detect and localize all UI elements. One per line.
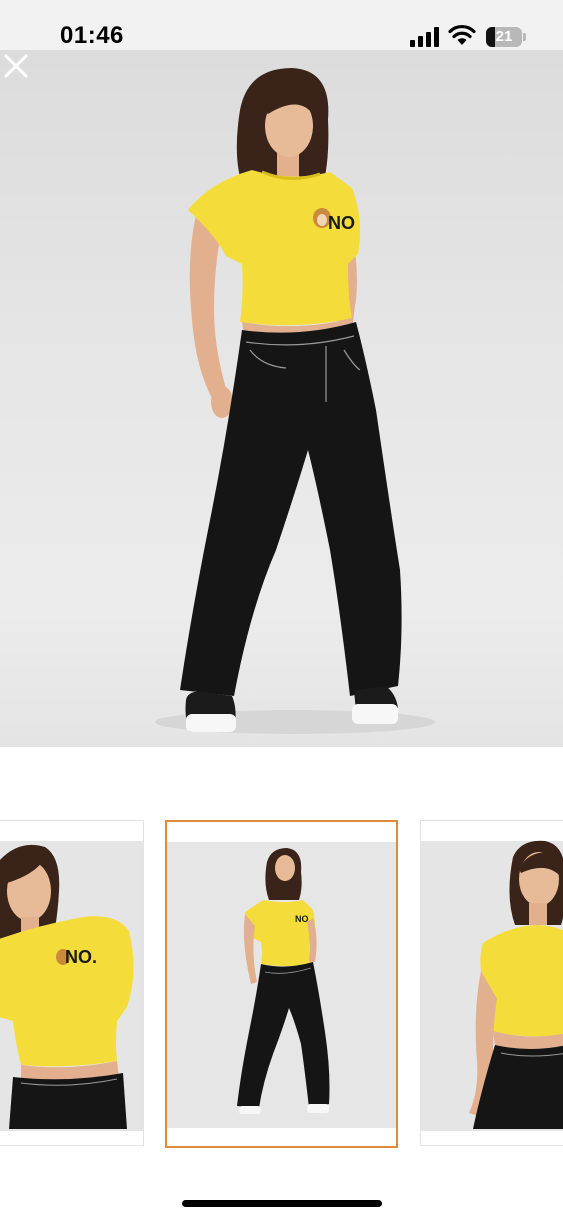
- battery-icon: 21: [486, 27, 522, 47]
- status-bar: 01:46 21: [0, 0, 563, 50]
- main-product-image[interactable]: NO: [0, 50, 563, 747]
- status-time: 01:46: [60, 22, 124, 49]
- thumbnail-image: NO.: [0, 841, 143, 1131]
- product-image-viewer: 01:46 21 NO NO. NO: [0, 0, 563, 1219]
- thumbnail-2-selected[interactable]: NO: [165, 820, 398, 1148]
- svg-text:NO: NO: [295, 914, 309, 924]
- thumbnail-3[interactable]: [420, 820, 563, 1146]
- thumbnail-image: NO: [167, 842, 396, 1128]
- svg-text:NO: NO: [328, 213, 355, 233]
- close-icon[interactable]: [0, 50, 32, 82]
- thumbnail-strip: NO. NO: [0, 820, 563, 1148]
- svg-text:NO.: NO.: [65, 947, 97, 967]
- wifi-icon: [448, 24, 476, 45]
- model-photo: NO: [155, 68, 435, 734]
- thumbnail-image: [421, 840, 563, 1131]
- thumbnail-1[interactable]: NO.: [0, 820, 144, 1146]
- battery-level: 21: [495, 28, 513, 45]
- home-indicator[interactable]: [182, 1200, 382, 1207]
- cellular-signal-icon: [410, 27, 439, 47]
